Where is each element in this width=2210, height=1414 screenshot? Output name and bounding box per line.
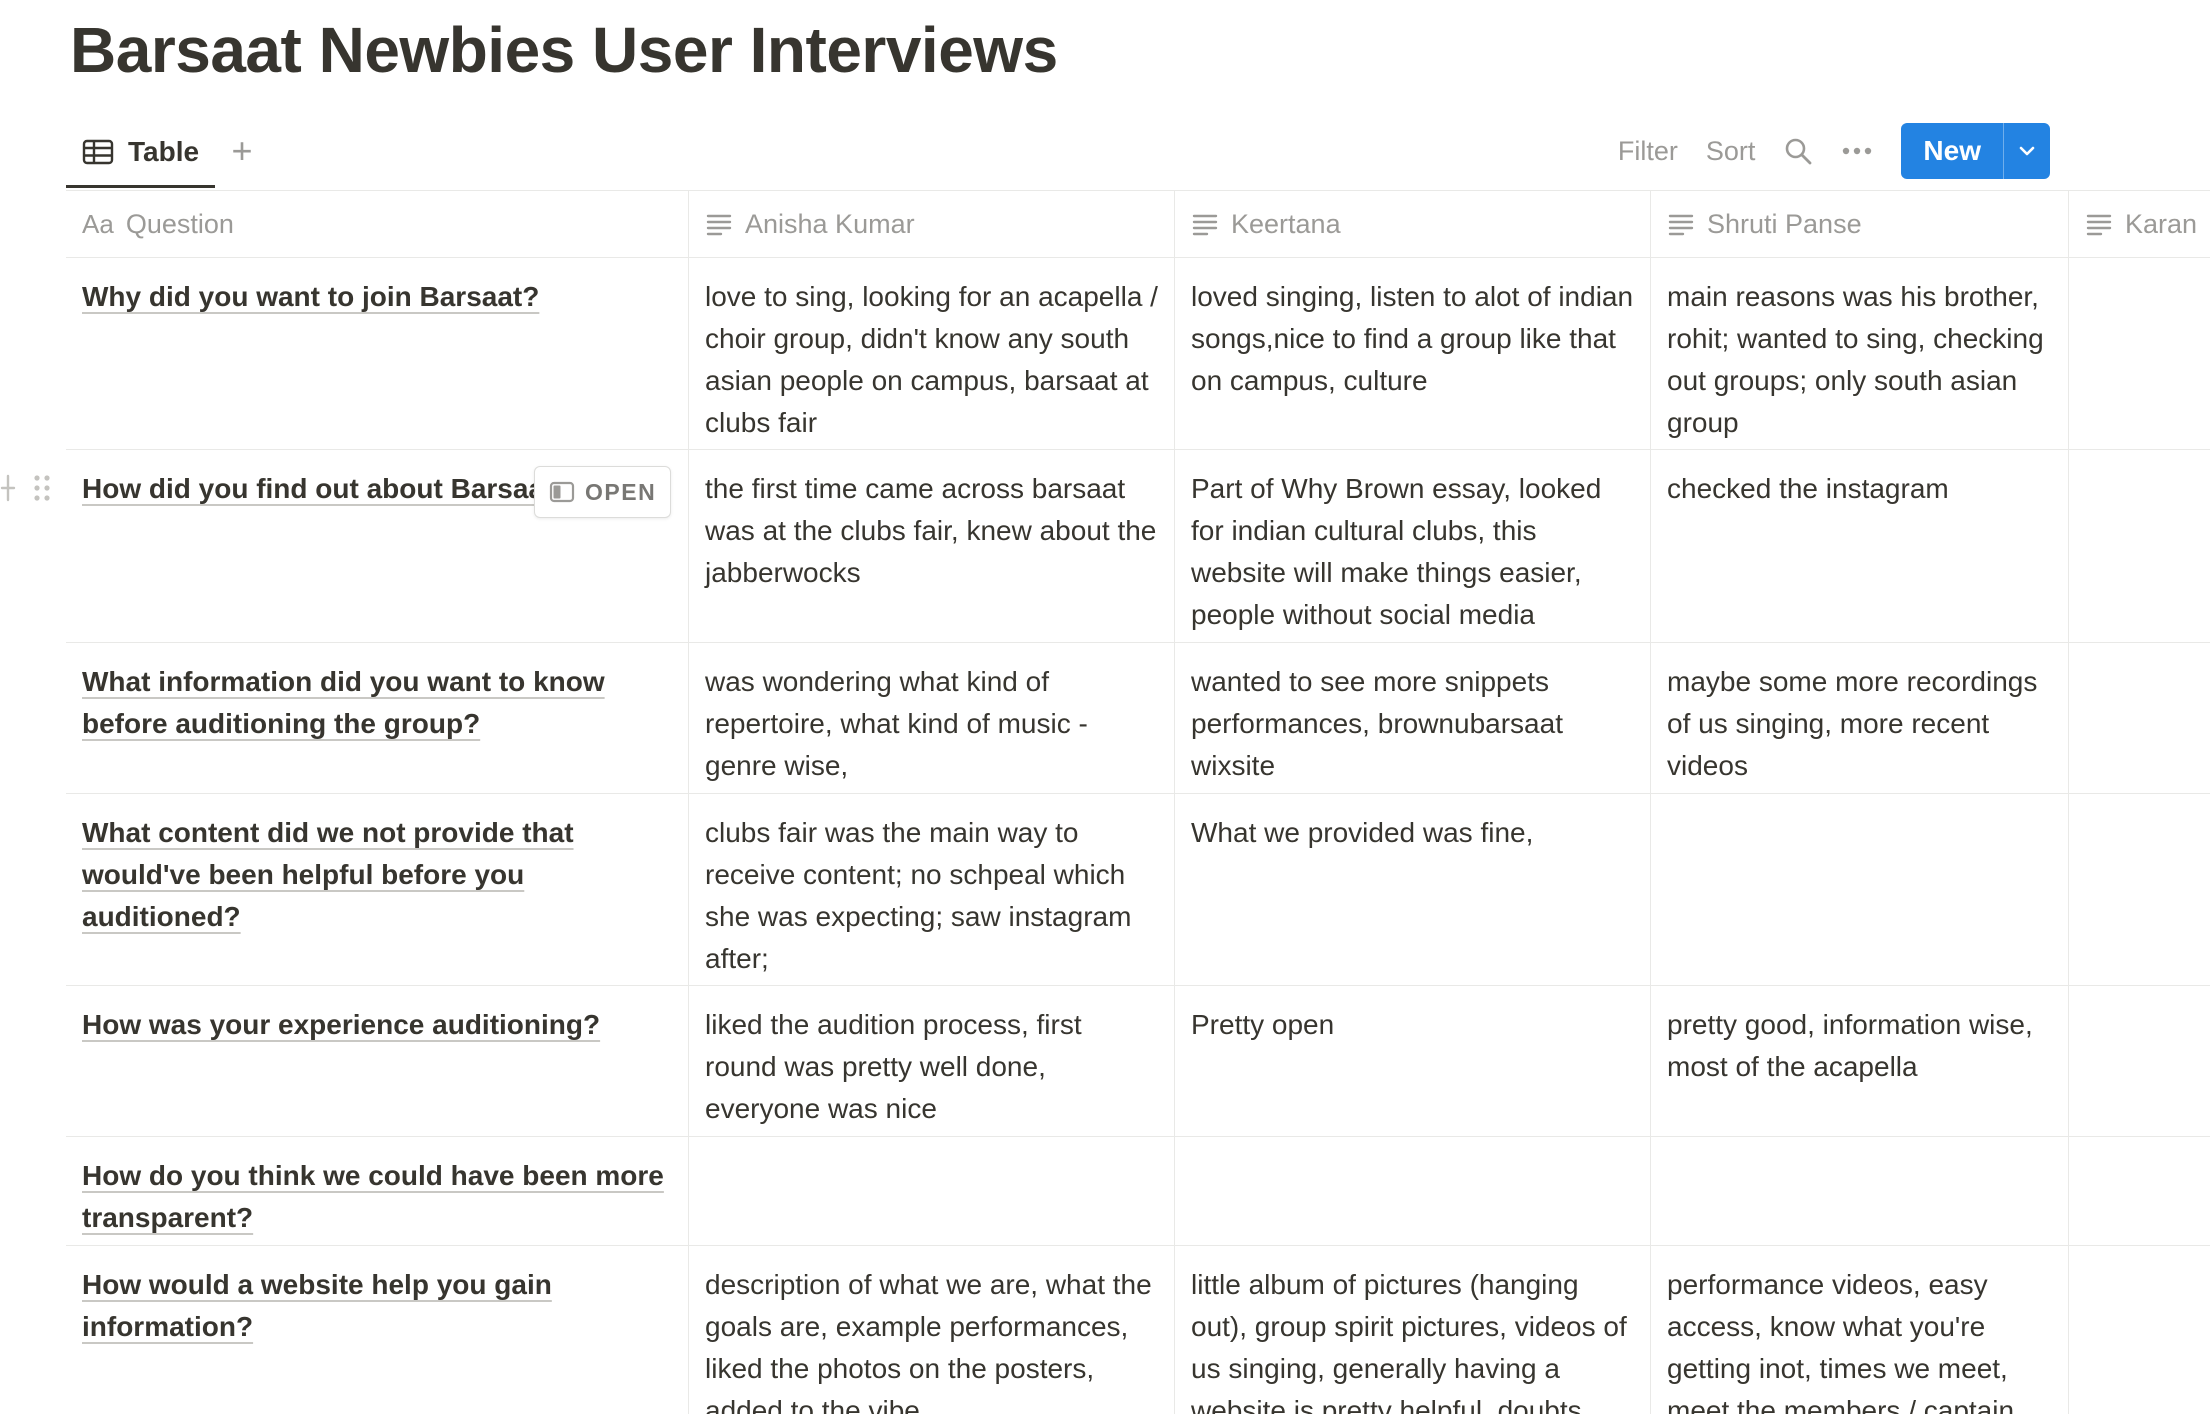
answer-cell-karan[interactable] [2069, 450, 2210, 642]
answer-cell-anisha[interactable]: was wondering what kind of repertoire, w… [689, 643, 1175, 793]
table-header-row: Aa Question Anisha Kumar Keertana Shruti… [66, 191, 2210, 258]
page-title: Barsaat Newbies User Interviews [70, 14, 1058, 86]
table-row: What content did we not provide that wou… [66, 794, 2210, 986]
text-lines-icon [705, 212, 733, 236]
tab-table-label: Table [128, 135, 200, 167]
column-header-label: Question [125, 209, 234, 239]
answer-cell-anisha[interactable] [689, 1137, 1175, 1245]
question-cell[interactable]: Why did you want to join Barsaat? [66, 258, 689, 449]
answer-cell-karan[interactable] [2069, 643, 2210, 793]
question-text[interactable]: How would a website help you gain inform… [82, 1269, 552, 1342]
add-view-button[interactable]: + [222, 132, 262, 172]
answer-cell-anisha[interactable]: the first time came across barsaat was a… [689, 450, 1175, 642]
answer-cell-karan[interactable] [2069, 794, 2210, 985]
search-icon[interactable] [1783, 136, 1813, 166]
answer-cell-shruti[interactable]: pretty good, information wise, most of t… [1651, 986, 2069, 1136]
answer-cell-keertana[interactable]: What we provided was fine, [1175, 794, 1651, 985]
table-icon [82, 139, 114, 165]
question-cell[interactable]: How would a website help you gain inform… [66, 1246, 689, 1414]
table-row: Why did you want to join Barsaat? love t… [66, 258, 2210, 450]
question-text[interactable]: What information did you want to know be… [82, 666, 605, 739]
table-row: How do you think we could have been more… [66, 1137, 2210, 1246]
column-header-anisha-kumar[interactable]: Anisha Kumar [689, 191, 1175, 257]
answer-cell-anisha[interactable]: clubs fair was the main way to receive c… [689, 794, 1175, 985]
sort-button[interactable]: Sort [1706, 136, 1756, 167]
answer-cell-keertana[interactable] [1175, 1137, 1651, 1245]
more-options-icon[interactable] [1841, 146, 1873, 156]
column-header-karan[interactable]: Karan [2069, 191, 2210, 257]
table-row: How did you find out about Barsaa OPEN t… [0, 450, 2210, 643]
column-header-label: Keertana [1231, 209, 1341, 239]
view-bar: Table + Filter Sort New [66, 118, 2210, 190]
answer-cell-shruti[interactable]: checked the instagram [1651, 450, 2069, 642]
database-table: Aa Question Anisha Kumar Keertana Shruti… [0, 190, 2210, 1414]
answer-cell-keertana[interactable]: little album of pictures (hanging out), … [1175, 1246, 1651, 1414]
question-cell[interactable]: What information did you want to know be… [66, 643, 689, 793]
toolbar: Filter Sort New [1618, 118, 2210, 184]
answer-cell-keertana[interactable]: Pretty open [1175, 986, 1651, 1136]
question-cell[interactable]: What content did we not provide that wou… [66, 794, 689, 985]
answer-cell-anisha[interactable]: description of what we are, what the goa… [689, 1246, 1175, 1414]
answer-cell-shruti[interactable]: main reasons was his brother, rohit; wan… [1651, 258, 2069, 449]
column-header-label: Shruti Panse [1707, 209, 1862, 239]
answer-cell-karan[interactable] [2069, 1137, 2210, 1245]
column-header-shruti-panse[interactable]: Shruti Panse [1651, 191, 2069, 257]
question-cell[interactable]: How did you find out about Barsaa OPEN [66, 450, 689, 642]
answer-cell-keertana[interactable]: wanted to see more snippets performances… [1175, 643, 1651, 793]
answer-cell-karan[interactable] [2069, 986, 2210, 1136]
new-button-group: New [1901, 123, 2050, 179]
answer-cell-anisha[interactable]: love to sing, looking for an acapella / … [689, 258, 1175, 449]
answer-cell-karan[interactable] [2069, 258, 2210, 449]
text-lines-icon [2085, 212, 2113, 236]
question-text[interactable]: How do you think we could have been more… [82, 1160, 664, 1233]
table-row: How was your experience auditioning? lik… [66, 986, 2210, 1137]
question-text[interactable]: Why did you want to join Barsaat? [82, 281, 539, 312]
new-dropdown-chevron-icon[interactable] [2003, 123, 2050, 179]
column-header-question[interactable]: Aa Question [66, 191, 689, 257]
question-cell[interactable]: How was your experience auditioning? [66, 986, 689, 1136]
answer-cell-shruti[interactable]: performance videos, easy access, know wh… [1651, 1246, 2069, 1414]
column-header-keertana[interactable]: Keertana [1175, 191, 1651, 257]
row-handles [0, 468, 66, 508]
question-text[interactable]: What content did we not provide that wou… [82, 817, 574, 932]
question-cell[interactable]: How do you think we could have been more… [66, 1137, 689, 1245]
open-page-button[interactable]: OPEN [534, 466, 672, 518]
answer-cell-shruti[interactable]: maybe some more recordings of us singing… [1651, 643, 2069, 793]
add-row-plus-icon[interactable] [0, 472, 18, 504]
answer-cell-keertana[interactable]: loved singing, listen to alot of indian … [1175, 258, 1651, 449]
answer-cell-karan[interactable] [2069, 1246, 2210, 1414]
text-lines-icon [1667, 212, 1695, 236]
title-property-icon: Aa [82, 209, 114, 239]
answer-cell-keertana[interactable]: Part of Why Brown essay, looked for indi… [1175, 450, 1651, 642]
table-row: What information did you want to know be… [66, 643, 2210, 794]
answer-cell-shruti[interactable] [1651, 794, 2069, 985]
new-button[interactable]: New [1901, 123, 2003, 179]
question-text[interactable]: How did you find out about Barsaa [82, 473, 544, 504]
tab-table-view[interactable]: Table [66, 118, 216, 188]
text-lines-icon [1191, 212, 1219, 236]
open-in-side-peek-icon [549, 481, 575, 503]
column-header-label: Karan [2125, 209, 2198, 239]
open-button-label: OPEN [585, 479, 657, 505]
answer-cell-shruti[interactable] [1651, 1137, 2069, 1245]
answer-cell-anisha[interactable]: liked the audition process, first round … [689, 986, 1175, 1136]
drag-handle-icon[interactable] [32, 472, 52, 504]
table-row: How would a website help you gain inform… [66, 1246, 2210, 1414]
column-header-label: Anisha Kumar [745, 209, 915, 239]
question-text[interactable]: How was your experience auditioning? [82, 1009, 600, 1040]
filter-button[interactable]: Filter [1618, 136, 1678, 167]
